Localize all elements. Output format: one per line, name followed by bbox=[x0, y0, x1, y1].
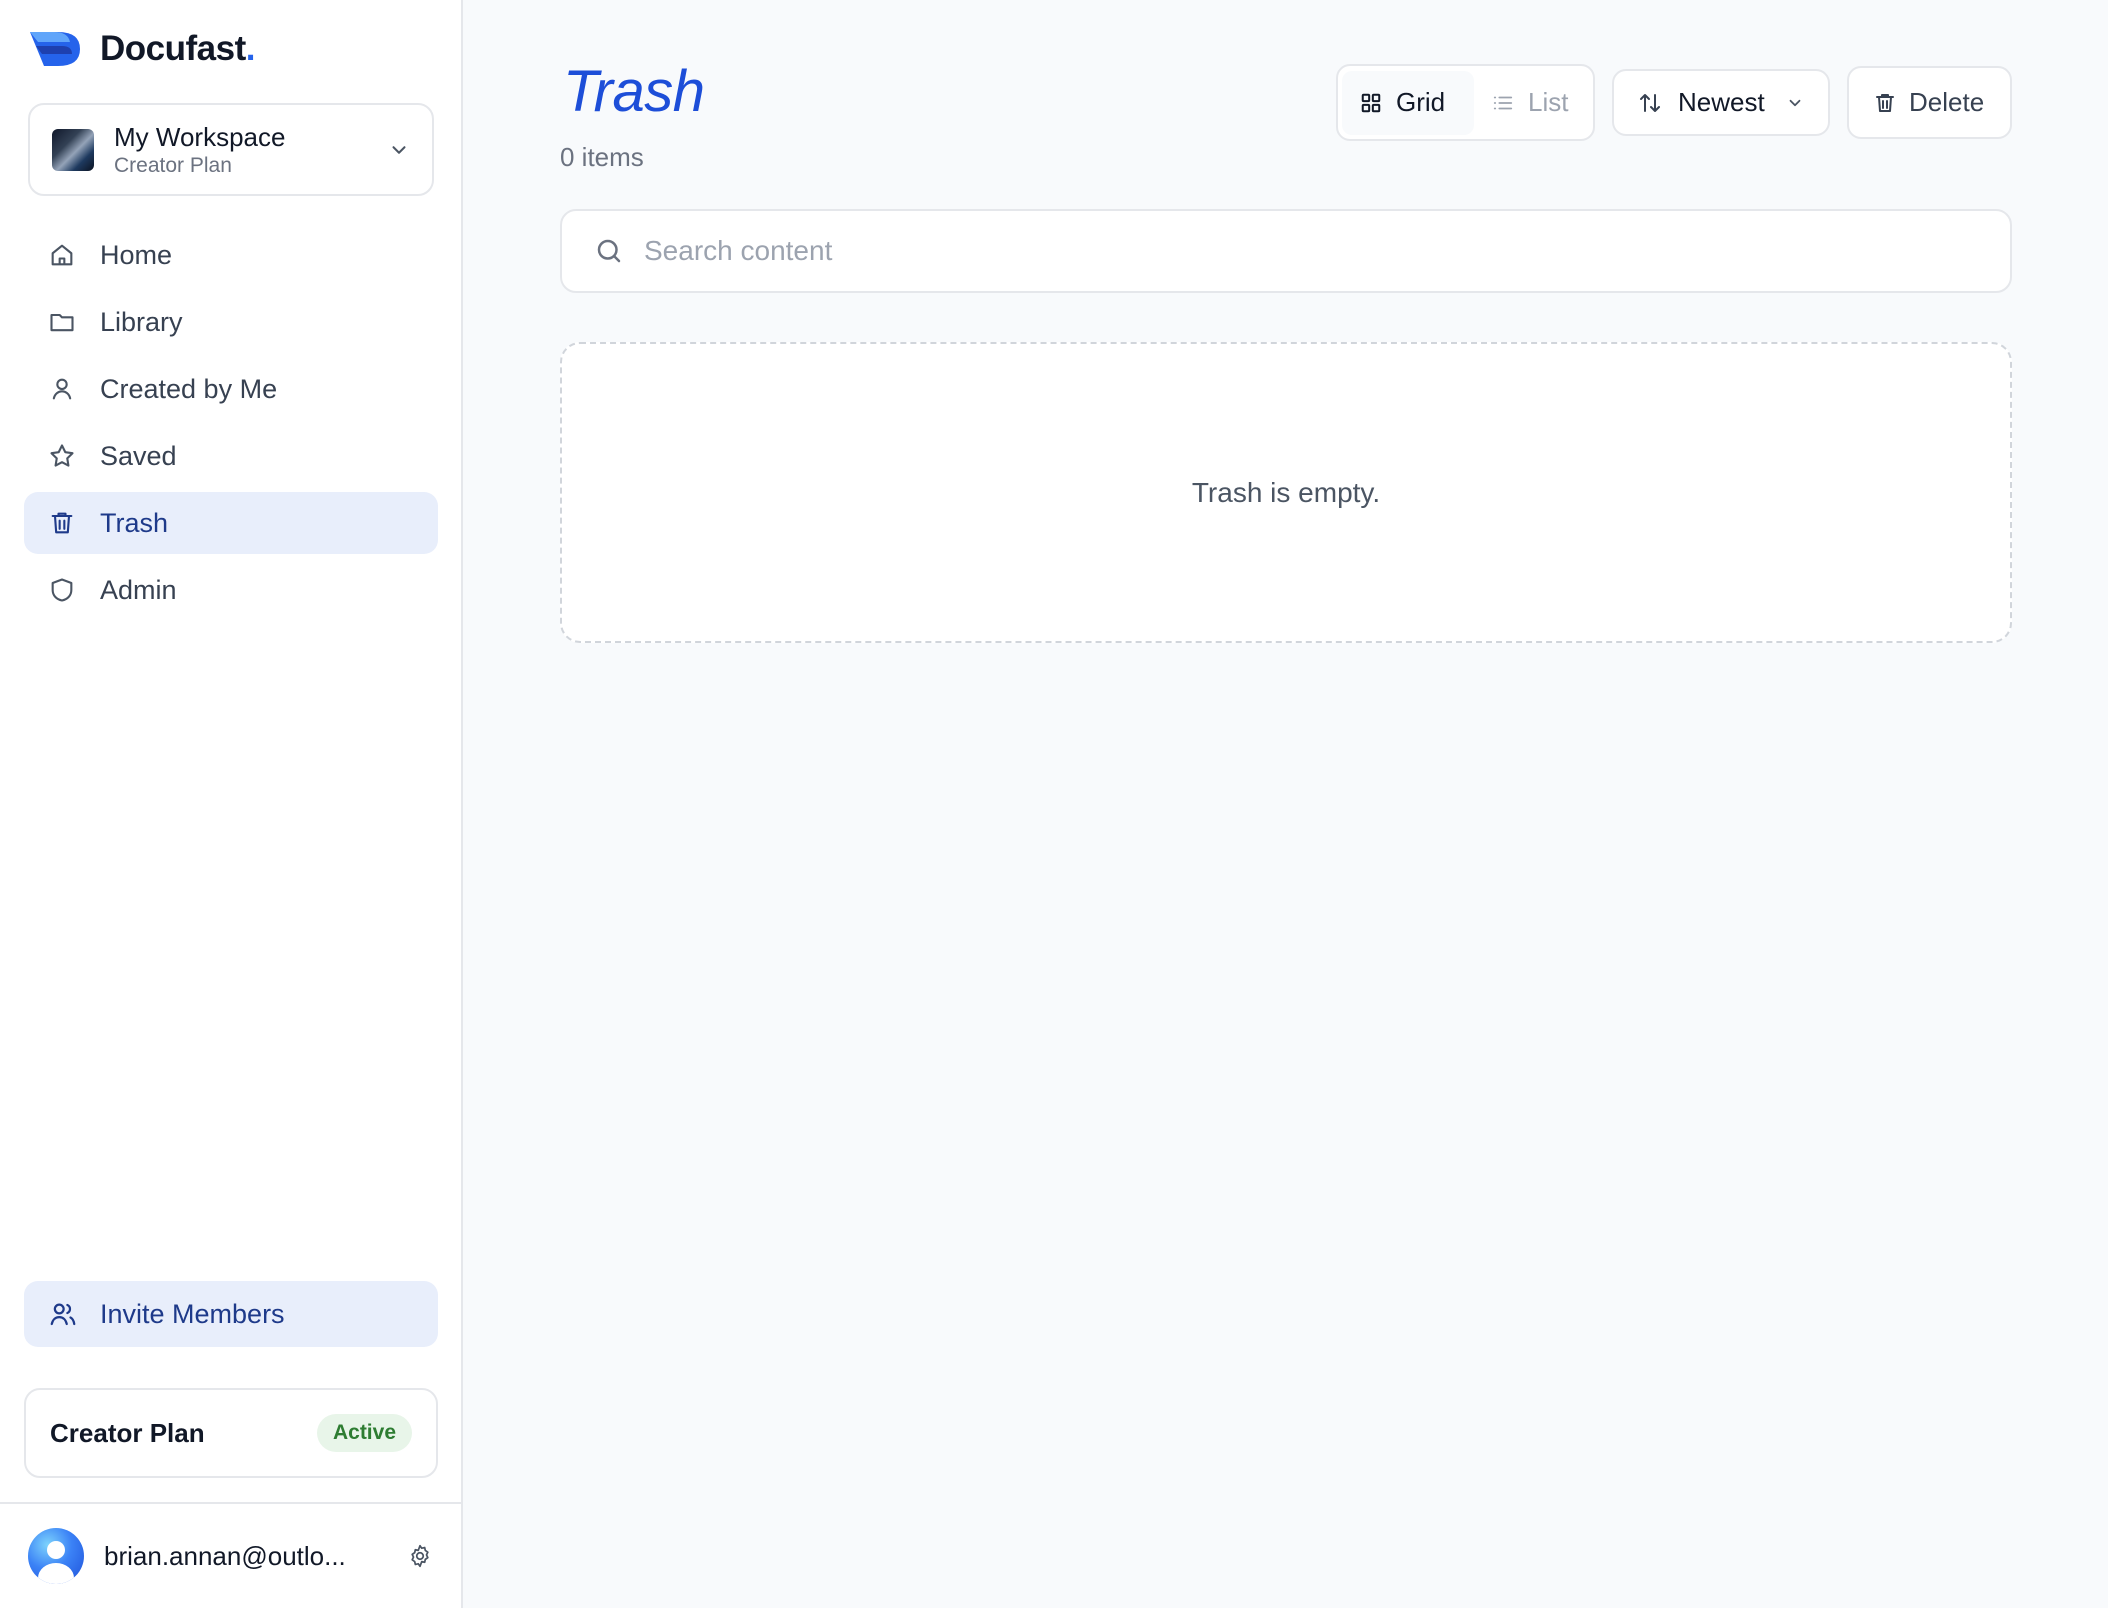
search-icon bbox=[597, 239, 621, 263]
sidebar-item-saved[interactable]: Saved bbox=[24, 425, 438, 487]
empty-state: Trash is empty. bbox=[560, 342, 2012, 643]
list-label: List bbox=[1528, 87, 1569, 117]
sidebar-item-admin[interactable]: Admin bbox=[24, 559, 438, 621]
brand[interactable]: Docufast. bbox=[28, 28, 255, 70]
workspace-text: My Workspace Creator Plan bbox=[114, 121, 388, 179]
user-email[interactable]: brian.annan@outlo... bbox=[104, 1541, 407, 1572]
sidebar: Docufast. My Workspace Creator Plan Home bbox=[0, 0, 463, 1608]
trash-icon bbox=[1876, 93, 1894, 112]
sidebar-item-label: Admin bbox=[100, 574, 177, 605]
home-icon bbox=[48, 241, 76, 269]
workspace-switcher[interactable]: My Workspace Creator Plan bbox=[28, 103, 434, 196]
sidebar-item-home[interactable]: Home bbox=[24, 224, 438, 286]
shield-icon bbox=[48, 576, 76, 604]
list-icon bbox=[1493, 96, 1513, 109]
workspace-plan: Creator Plan bbox=[114, 153, 232, 177]
app-root: Docufast. My Workspace Creator Plan Home bbox=[0, 0, 2108, 1608]
chevron-down-icon bbox=[392, 145, 406, 154]
user-profile-row: brian.annan@outlo... bbox=[0, 1502, 461, 1608]
status-badge: Active bbox=[316, 1414, 412, 1452]
folder-icon bbox=[48, 308, 76, 336]
page-title: Trash bbox=[563, 59, 705, 124]
item-count: 0 items bbox=[560, 142, 644, 172]
view-toggle: Grid List bbox=[1336, 64, 1595, 141]
avatar[interactable] bbox=[28, 1528, 84, 1584]
search-input[interactable] bbox=[644, 235, 1978, 267]
sidebar-item-created-by-me[interactable]: Created by Me bbox=[24, 358, 438, 420]
user-icon bbox=[48, 375, 76, 403]
sort-label: Newest bbox=[1678, 87, 1765, 117]
empty-message: Trash is empty. bbox=[1191, 476, 1381, 508]
delete-label: Delete bbox=[1909, 87, 1985, 117]
plan-card[interactable]: Creator Plan Active bbox=[24, 1388, 438, 1478]
plan-name: Creator Plan bbox=[50, 1417, 205, 1448]
list-view-button[interactable]: List bbox=[1474, 71, 1586, 135]
sort-dropdown[interactable]: Newest bbox=[1612, 69, 1830, 136]
invite-members-label: Invite Members bbox=[100, 1298, 285, 1329]
delete-button[interactable]: Delete bbox=[1847, 66, 2012, 139]
sidebar-item-library[interactable]: Library bbox=[24, 291, 438, 353]
gear-icon[interactable] bbox=[407, 1543, 433, 1569]
sidebar-item-label: Home bbox=[100, 239, 173, 270]
star-icon bbox=[48, 442, 76, 470]
invite-members-button[interactable]: Invite Members bbox=[24, 1281, 438, 1347]
sidebar-nav: Home Library Created by Me Saved Trash A… bbox=[24, 224, 438, 626]
sidebar-item-label: Trash bbox=[100, 507, 169, 538]
chevron-down-icon bbox=[1789, 99, 1801, 106]
workspace-name: My Workspace bbox=[114, 121, 286, 152]
sidebar-item-label: Saved bbox=[100, 440, 177, 471]
docufast-logo-icon bbox=[30, 32, 80, 66]
grid-view-button[interactable]: Grid bbox=[1342, 70, 1474, 135]
sidebar-item-label: Library bbox=[100, 306, 183, 337]
brand-name: Docufast. bbox=[100, 29, 255, 68]
workspace-thumbnail bbox=[52, 128, 94, 171]
grid-label: Grid bbox=[1396, 87, 1446, 117]
sidebar-item-label: Created by Me bbox=[100, 373, 278, 404]
trash-icon bbox=[48, 509, 76, 537]
users-icon bbox=[50, 1303, 76, 1326]
main-content: Trash 0 items Grid List Newest Delete Se… bbox=[463, 0, 2108, 1608]
search-bar bbox=[560, 209, 2012, 293]
sort-arrows-icon bbox=[1640, 93, 1660, 112]
grid-icon bbox=[1361, 93, 1381, 112]
sidebar-item-trash[interactable]: Trash bbox=[24, 492, 438, 554]
